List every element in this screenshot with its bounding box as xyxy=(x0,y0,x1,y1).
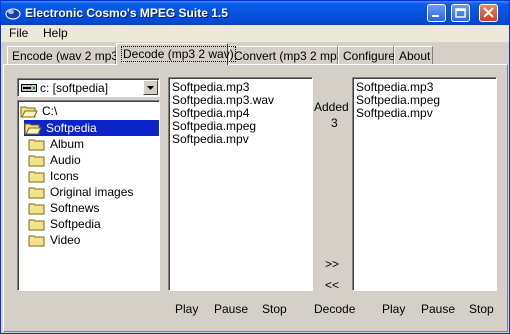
close-button[interactable] xyxy=(479,4,498,22)
play-source-button[interactable]: Play xyxy=(175,302,198,316)
folder-icon xyxy=(28,235,45,247)
list-item[interactable]: Softpedia.mp3 xyxy=(356,80,433,94)
tree-item-audio[interactable]: Audio xyxy=(28,152,148,168)
tree-item-root[interactable]: C:\ xyxy=(20,103,158,119)
menu-help[interactable]: Help xyxy=(43,26,68,40)
pause-queue-button[interactable]: Pause xyxy=(421,302,455,316)
drive-select[interactable]: c: [softpedia] xyxy=(17,78,160,97)
added-count: 3 xyxy=(331,116,338,130)
stop-queue-button[interactable]: Stop xyxy=(469,302,494,316)
minimize-button[interactable] xyxy=(427,4,446,22)
tab-decode[interactable]: Decode (mp3 2 wav) xyxy=(116,43,236,65)
main-window: Electronic Cosmo's MPEG Suite 1.5 File H… xyxy=(0,0,510,334)
list-item[interactable]: Softpedia.mpeg xyxy=(356,93,440,107)
list-item[interactable]: Softpedia.mpv xyxy=(356,106,433,120)
source-file-list[interactable]: Softpedia.mp3 Softpedia.mp3.wav Softpedi… xyxy=(168,77,313,291)
folder-icon xyxy=(28,155,45,167)
remove-from-queue-button[interactable]: << xyxy=(325,278,339,292)
chevron-down-icon xyxy=(147,86,154,90)
tab-convert[interactable]: Convert (mp3 2 mp3) xyxy=(229,46,347,65)
drive-select-value: c: [softpedia] xyxy=(40,81,109,95)
tab-about[interactable]: About xyxy=(394,46,433,65)
tree-item-softpedia-selected[interactable]: Softpedia xyxy=(24,120,159,136)
minimize-icon xyxy=(432,15,439,17)
folder-icon xyxy=(28,219,45,231)
hard-drive-icon xyxy=(21,84,37,92)
list-item[interactable]: Softpedia.mpeg xyxy=(172,119,256,133)
list-item[interactable]: Softpedia.mp3 xyxy=(172,80,249,94)
title-bar[interactable]: Electronic Cosmo's MPEG Suite 1.5 xyxy=(1,1,509,25)
folder-open-icon xyxy=(24,123,42,135)
decode-queue-list[interactable]: Softpedia.mp3 Softpedia.mpeg Softpedia.m… xyxy=(352,77,497,291)
tab-encode[interactable]: Encode (wav 2 mp3) xyxy=(7,46,122,65)
menu-bar: File Help xyxy=(1,25,509,42)
add-to-queue-button[interactable]: >> xyxy=(325,257,339,271)
tab-strip: Encode (wav 2 mp3) Decode (mp3 2 wav) Co… xyxy=(1,43,509,65)
maximize-button[interactable] xyxy=(451,4,470,22)
folder-icon xyxy=(28,139,45,151)
tree-item-softnews[interactable]: Softnews xyxy=(28,200,148,216)
pause-source-button[interactable]: Pause xyxy=(214,302,248,316)
tree-item-original-images[interactable]: Original images xyxy=(28,184,156,200)
added-label: Added xyxy=(314,100,349,114)
maximize-icon xyxy=(455,8,466,18)
play-queue-button[interactable]: Play xyxy=(382,302,405,316)
folder-icon xyxy=(28,171,45,183)
tree-item-video[interactable]: Video xyxy=(28,232,148,248)
window-title: Electronic Cosmo's MPEG Suite 1.5 xyxy=(25,6,228,20)
tab-configure[interactable]: Configure xyxy=(338,46,395,65)
stop-source-button[interactable]: Stop xyxy=(262,302,287,316)
tree-item-softpedia[interactable]: Softpedia xyxy=(28,216,148,232)
tree-item-icons[interactable]: Icons xyxy=(28,168,148,184)
list-item[interactable]: Softpedia.mpv xyxy=(172,132,249,146)
decode-button[interactable]: Decode xyxy=(314,302,355,316)
close-icon xyxy=(483,7,494,18)
folder-tree[interactable]: C:\ Softpedia Album Audio Icons Original… xyxy=(17,100,160,291)
list-item[interactable]: Softpedia.mp3.wav xyxy=(172,93,274,107)
folder-open-icon xyxy=(20,106,38,118)
app-logo-icon xyxy=(5,8,21,20)
folder-icon xyxy=(28,187,45,199)
folder-icon xyxy=(28,203,45,215)
drive-dropdown-button[interactable] xyxy=(143,80,158,95)
list-item[interactable]: Softpedia.mp4 xyxy=(172,106,249,120)
menu-file[interactable]: File xyxy=(9,26,28,40)
tree-item-album[interactable]: Album xyxy=(28,136,148,152)
